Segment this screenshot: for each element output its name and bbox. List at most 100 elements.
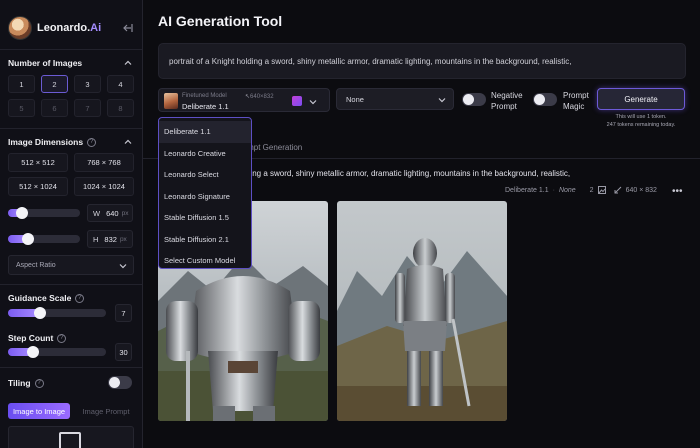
tiling-title: Tiling?	[8, 378, 44, 388]
toggle-knob	[534, 94, 545, 105]
prompt-magic-toggle[interactable]	[533, 93, 557, 106]
step-slider-thumb[interactable]	[27, 346, 39, 358]
dimension-option[interactable]: 512 × 512	[8, 153, 68, 172]
model-option[interactable]: Stable Diffusion 1.5	[159, 207, 251, 229]
model-option[interactable]: Leonardo Signature	[159, 186, 251, 208]
generated-image[interactable]	[337, 201, 507, 421]
image-prompt-tab[interactable]: Image Prompt	[76, 403, 136, 419]
num-images-option-8[interactable]: 8	[107, 99, 134, 117]
model-option[interactable]: Deliberate 1.1	[159, 121, 251, 143]
num-images-option-2[interactable]: 2	[41, 75, 68, 93]
divider	[0, 49, 142, 50]
num-images-option-1[interactable]: 1	[8, 75, 35, 93]
dimension-option[interactable]: 512 × 1024	[8, 177, 68, 196]
history-count: 2	[589, 186, 594, 194]
width-field[interactable]: W 640 px	[87, 204, 133, 222]
step-count-title: Step Count?	[8, 333, 67, 343]
dimension-option[interactable]: 1024 × 1024	[74, 177, 134, 196]
width-value[interactable]: 640	[106, 209, 119, 218]
generate-button[interactable]: Generate	[597, 88, 685, 110]
history-resolution: 640 × 832	[625, 186, 657, 194]
image-to-image-tab[interactable]: Image to Image	[8, 403, 70, 419]
model-option[interactable]: Stable Diffusion 2.1	[159, 229, 251, 251]
num-images-option-3[interactable]: 3	[74, 75, 101, 93]
model-select[interactable]: Finetuned Model Deliberate 1.1 ↖640×832	[158, 88, 330, 112]
image-upload-area[interactable]	[8, 426, 134, 448]
width-slider[interactable]	[8, 207, 80, 219]
num-images-option-4[interactable]: 4	[107, 75, 134, 93]
model-option[interactable]: Leonardo Creative	[159, 143, 251, 165]
model-dropdown-menu: Deliberate 1.1 Leonardo Creative Leonardo …	[158, 117, 252, 269]
chevron-down-icon	[438, 98, 446, 103]
tokens-remaining-text: 247 tokens remaining today.	[606, 122, 676, 128]
prompt-text: portrait of a Knight holding a sword, sh…	[169, 56, 572, 66]
guidance-slider-thumb[interactable]	[34, 307, 46, 319]
step-value[interactable]: 30	[115, 343, 132, 361]
image-icon	[59, 432, 81, 448]
chevron-down-icon	[309, 100, 317, 105]
divider	[0, 128, 142, 129]
height-unit: px	[119, 235, 127, 243]
help-icon[interactable]: ?	[75, 293, 85, 303]
model-option[interactable]: Leonardo Select	[159, 164, 251, 186]
model-resolution: ↖640×832	[245, 94, 274, 100]
toggle-knob	[109, 377, 120, 388]
width-slider-thumb[interactable]	[16, 207, 28, 219]
style-select[interactable]: None	[336, 88, 454, 110]
width-unit: px	[121, 209, 129, 217]
style-select-value: None	[346, 94, 364, 104]
logo: Leonardo.Ai	[8, 15, 136, 41]
sidebar: Leonardo.Ai Number of Images 12345678 Im…	[0, 0, 143, 448]
height-slider[interactable]	[8, 233, 80, 245]
model-caption: Finetuned Model	[182, 93, 227, 99]
prompt-input[interactable]: portrait of a Knight holding a sword, sh…	[158, 43, 686, 79]
history-model: Deliberate 1.1	[505, 186, 549, 194]
model-thumbnail	[164, 93, 178, 109]
negative-prompt-label: Negative Prompt	[491, 91, 523, 111]
chevron-up-icon[interactable]	[124, 59, 132, 67]
resolution-icon	[614, 186, 621, 194]
model-name: Deliberate 1.1	[182, 102, 229, 111]
aspect-ratio-select[interactable]: Aspect Ratio	[8, 255, 134, 275]
help-icon[interactable]: ?	[57, 333, 67, 343]
image-dimensions-title: Image Dimensions?	[8, 137, 97, 147]
tiling-toggle[interactable]	[108, 376, 132, 389]
step-slider[interactable]	[8, 346, 106, 358]
height-field[interactable]: H 832 px	[87, 230, 133, 248]
height-slider-thumb[interactable]	[22, 233, 34, 245]
toggle-knob	[463, 94, 474, 105]
history-prompt: ding a sword, shiny metallic armor, dram…	[246, 169, 571, 178]
num-images-option-7[interactable]: 7	[74, 99, 101, 117]
page-title: AI Generation Tool	[158, 13, 283, 29]
more-options-icon[interactable]: •••	[672, 186, 683, 197]
num-images-title: Number of Images	[8, 58, 83, 68]
prompt-magic-label: Prompt Magic	[563, 91, 589, 111]
dimensions-grid: 512 × 512 768 × 768 512 × 1024 1024 × 1024	[8, 153, 134, 196]
chevron-down-icon	[119, 264, 127, 269]
chevron-up-icon[interactable]	[124, 138, 132, 146]
width-label: W	[93, 208, 101, 218]
divider	[0, 367, 142, 368]
dimension-option[interactable]: 768 × 768	[74, 153, 134, 172]
guidance-slider[interactable]	[8, 307, 106, 319]
token-usage-text: This will use 1 token.	[615, 114, 667, 120]
num-images-option-6[interactable]: 6	[41, 99, 68, 117]
negative-prompt-toggle[interactable]	[462, 93, 486, 106]
help-icon[interactable]: ?	[87, 137, 97, 147]
images-icon	[597, 186, 606, 194]
history-style: None	[558, 186, 576, 194]
model-style-icon[interactable]	[292, 96, 302, 106]
history-meta: Deliberate 1.1 · None 2 640 × 832	[505, 186, 657, 194]
model-option[interactable]: Select Custom Model	[159, 250, 251, 272]
guidance-scale-title: Guidance Scale?	[8, 293, 85, 303]
divider	[0, 284, 142, 285]
num-images-option-5[interactable]: 5	[8, 99, 35, 117]
height-value[interactable]: 832	[104, 235, 117, 244]
aspect-ratio-label: Aspect Ratio	[16, 261, 56, 269]
knight-image	[337, 201, 507, 421]
collapse-sidebar-icon[interactable]	[122, 22, 134, 34]
guidance-value[interactable]: 7	[115, 304, 132, 322]
height-label: H	[93, 234, 99, 244]
help-icon[interactable]: ?	[34, 378, 44, 388]
logo-avatar	[8, 16, 32, 40]
